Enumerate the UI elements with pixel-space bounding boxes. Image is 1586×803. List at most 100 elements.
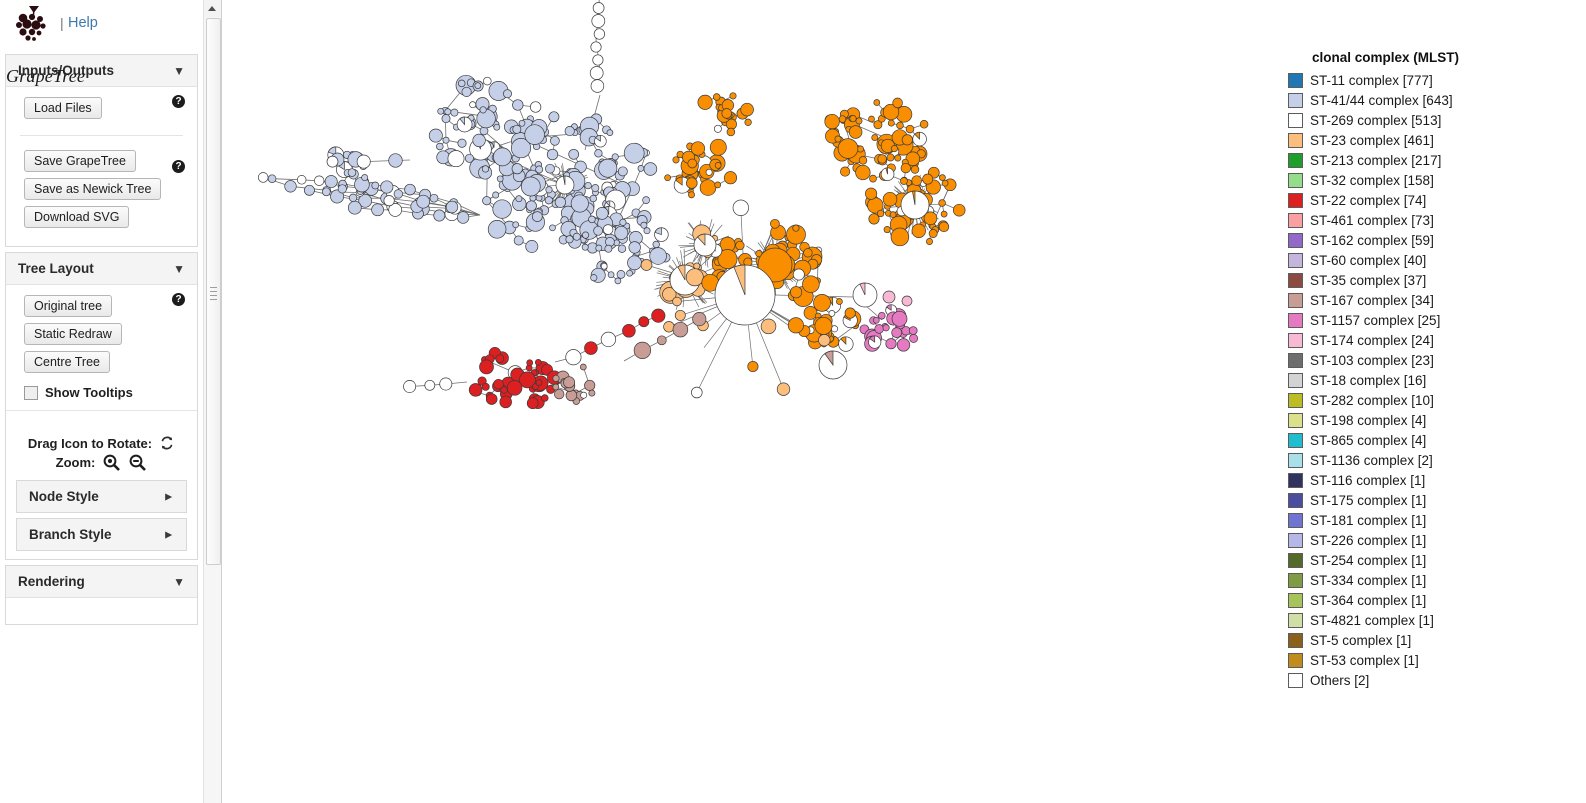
tree-node[interactable] <box>868 213 880 225</box>
tree-node[interactable] <box>844 307 856 319</box>
tree-node[interactable] <box>552 374 560 382</box>
tree-node[interactable] <box>744 118 752 126</box>
tree-node[interactable] <box>512 124 522 134</box>
tree-node[interactable] <box>877 154 887 164</box>
legend-color-swatch[interactable] <box>1288 132 1303 148</box>
legend-item[interactable]: ST-364 complex [1] <box>1288 590 1578 610</box>
tree-node[interactable] <box>672 321 689 338</box>
tree-canvas[interactable] <box>221 0 1281 803</box>
legend-item[interactable]: ST-103 complex [23] <box>1288 350 1578 370</box>
tree-node[interactable] <box>337 184 347 194</box>
tree-node[interactable] <box>905 124 915 134</box>
tree-node[interactable] <box>691 386 703 399</box>
tree-node[interactable] <box>837 138 859 159</box>
tree-nodes[interactable] <box>257 2 966 410</box>
tree-node[interactable] <box>554 388 565 400</box>
tree-node[interactable] <box>900 177 908 185</box>
tree-node[interactable] <box>591 184 600 193</box>
legend-color-swatch[interactable] <box>1288 192 1303 208</box>
legend-item[interactable]: ST-53 complex [1] <box>1288 650 1578 670</box>
legend-color-swatch[interactable] <box>1288 172 1303 188</box>
tree-node[interactable] <box>482 196 492 206</box>
tree-node[interactable] <box>919 120 929 129</box>
legend-item[interactable]: ST-282 complex [10] <box>1288 390 1578 410</box>
tree-node[interactable] <box>878 311 886 320</box>
tree-node[interactable] <box>468 383 483 397</box>
tree-node[interactable] <box>643 162 658 176</box>
tree-node[interactable] <box>590 41 602 53</box>
original-tree-button[interactable]: Original tree <box>24 295 113 317</box>
tree-node[interactable] <box>444 108 452 116</box>
tree-node[interactable] <box>461 86 472 97</box>
legend-color-swatch[interactable] <box>1288 372 1303 388</box>
tree-node[interactable] <box>882 191 898 207</box>
tree-node[interactable] <box>464 153 474 163</box>
tree-node[interactable] <box>591 14 606 28</box>
tree-node[interactable] <box>896 121 904 130</box>
tree-node[interactable] <box>901 134 913 146</box>
tree-node[interactable] <box>565 349 582 366</box>
tree-node[interactable] <box>940 210 948 218</box>
tree-node[interactable] <box>581 243 589 251</box>
tree-node[interactable] <box>552 383 560 391</box>
tree-node[interactable] <box>565 389 578 402</box>
tree-node[interactable] <box>652 240 660 249</box>
tree-node[interactable] <box>584 379 596 391</box>
tree-node[interactable] <box>593 225 603 236</box>
tree-node[interactable] <box>674 309 686 321</box>
tree-node[interactable] <box>892 97 903 109</box>
tree-node[interactable] <box>563 376 576 389</box>
tree-node[interactable] <box>457 138 467 148</box>
tree-node[interactable] <box>296 175 307 185</box>
tree-node[interactable] <box>546 148 559 161</box>
tree-node[interactable] <box>535 379 543 386</box>
legend-color-swatch[interactable] <box>1288 232 1303 248</box>
tree-node[interactable] <box>445 200 459 214</box>
legend-item[interactable]: ST-213 complex [217] <box>1288 150 1578 170</box>
tree-node[interactable] <box>520 176 541 197</box>
tree-node[interactable] <box>550 135 560 146</box>
tree-node[interactable] <box>651 308 666 323</box>
tree-node[interactable] <box>813 294 831 312</box>
tree-node[interactable] <box>525 240 539 253</box>
legend-color-swatch[interactable] <box>1288 392 1303 408</box>
panel-header-rendering[interactable]: Rendering ▼ <box>6 566 197 598</box>
tree-node[interactable] <box>483 76 492 86</box>
legend-color-swatch[interactable] <box>1288 532 1303 548</box>
panel-header-node-style[interactable]: Node Style ▼ <box>17 481 186 512</box>
tree-node[interactable] <box>619 218 627 226</box>
zoom-in-magnifier-icon[interactable] <box>102 453 121 472</box>
tree-node[interactable] <box>570 194 589 213</box>
tree-node[interactable] <box>594 149 603 158</box>
chevron-down-icon[interactable]: ▼ <box>173 65 185 77</box>
tree-node[interactable] <box>347 200 362 215</box>
tree-node[interactable] <box>614 225 629 240</box>
legend-color-swatch[interactable] <box>1288 612 1303 628</box>
tree-node[interactable] <box>685 268 704 287</box>
legend-color-swatch[interactable] <box>1288 272 1303 288</box>
tree-node[interactable] <box>697 94 713 110</box>
tree-node[interactable] <box>500 386 508 394</box>
legend-item[interactable]: ST-35 complex [37] <box>1288 270 1578 290</box>
tree-node[interactable] <box>900 162 911 174</box>
tree-node[interactable] <box>324 175 338 189</box>
minimum-spanning-tree[interactable] <box>221 0 1281 803</box>
tree-node[interactable] <box>404 183 416 196</box>
tree-node[interactable] <box>512 221 520 229</box>
save-grapetree-button[interactable]: Save GrapeTree <box>24 150 136 172</box>
tree-node[interactable] <box>858 156 868 165</box>
tree-node[interactable] <box>595 244 603 252</box>
tree-node[interactable] <box>770 218 780 229</box>
tree-node[interactable] <box>611 153 619 161</box>
tree-node[interactable] <box>628 241 641 254</box>
tree-node[interactable] <box>824 113 840 130</box>
tree-node[interactable] <box>592 54 604 66</box>
tree-node[interactable] <box>457 79 466 88</box>
tree-node[interactable] <box>687 158 698 169</box>
tree-node[interactable] <box>554 196 567 208</box>
legend-color-swatch[interactable] <box>1288 412 1303 428</box>
tree-node[interactable] <box>922 173 934 185</box>
tree-node[interactable] <box>371 181 380 190</box>
tree-node[interactable] <box>481 382 490 391</box>
legend-color-swatch[interactable] <box>1288 432 1303 448</box>
